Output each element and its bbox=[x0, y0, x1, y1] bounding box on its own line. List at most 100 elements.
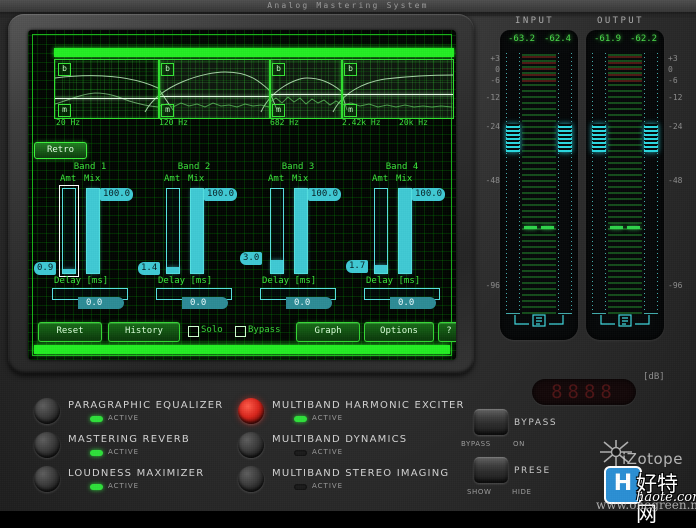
retro-button[interactable]: Retro bbox=[34, 142, 87, 159]
module-mastering-reverb[interactable]: MASTERING REVERB ACTIVE bbox=[34, 432, 234, 462]
module-loudness-maximizer[interactable]: LOUDNESS MAXIMIZER ACTIVE bbox=[34, 466, 234, 496]
meter-scale-right: +3 0 -6 -12 -24 -48 -96 bbox=[668, 30, 696, 340]
reset-button[interactable]: Reset bbox=[38, 322, 102, 342]
crossover-line-2[interactable] bbox=[269, 60, 271, 118]
spectrum-graph[interactable]: b b b b m m m m bbox=[54, 59, 454, 119]
band-4-column: Band 4 Amt Mix 1.7 100.0 Delay [ms] 0.0 bbox=[346, 162, 454, 312]
band-2-column: Band 2 Amt Mix 1.4 100.0 Delay [ms] 0.0 bbox=[138, 162, 246, 312]
band-2-amt-fill bbox=[167, 267, 179, 273]
module-knob-mastering-reverb[interactable] bbox=[34, 432, 60, 458]
band-3-delay-value: 0.0 bbox=[294, 298, 311, 308]
band-1-mix-slider[interactable] bbox=[86, 188, 100, 274]
input-left-level bbox=[506, 124, 520, 152]
band-4-bypass-toggle[interactable]: b bbox=[344, 63, 357, 76]
scale-r-tick-m24: -24 bbox=[668, 122, 683, 131]
module-label-paragraphic-equalizer: PARAGRAPHIC EQUALIZER bbox=[68, 400, 224, 411]
crossover-line-1[interactable] bbox=[158, 60, 160, 118]
scale-tick-p3: +3 bbox=[490, 54, 500, 63]
scale-r-tick-m48: -48 bbox=[668, 176, 683, 185]
band-3-bypass-toggle[interactable]: b bbox=[272, 63, 285, 76]
input-meter[interactable]: -63.2 -62.4 bbox=[500, 30, 578, 340]
module-active-text-4: ACTIVE bbox=[312, 414, 344, 422]
band-2-bypass-toggle[interactable]: b bbox=[161, 63, 174, 76]
band-1-mix-fill bbox=[87, 189, 99, 273]
crossover-line-3[interactable] bbox=[341, 60, 343, 118]
band-2-delay-label: Delay [ms] bbox=[158, 276, 213, 286]
window-title: Analog Mastering System bbox=[267, 1, 429, 10]
input-ladder bbox=[522, 52, 556, 314]
output-meter-label: OUTPUT bbox=[597, 16, 644, 26]
output-meter-link-icon[interactable] bbox=[597, 310, 653, 330]
module-multiband-dynamics[interactable]: MULTIBAND DYNAMICS ACTIVE bbox=[238, 432, 468, 462]
output-left-track bbox=[592, 52, 606, 314]
module-led-multiband-stereo-imaging bbox=[294, 484, 307, 490]
input-right-value: -62.4 bbox=[544, 34, 572, 44]
input-left-hold bbox=[524, 226, 537, 229]
module-paragraphic-equalizer[interactable]: PARAGRAPHIC EQUALIZER ACTIVE bbox=[34, 398, 234, 428]
band-1-amt-label: Amt bbox=[60, 174, 77, 184]
band-3-delay-label: Delay [ms] bbox=[262, 276, 317, 286]
band-4-delay-value: 0.0 bbox=[398, 298, 415, 308]
solo-checkbox[interactable] bbox=[188, 326, 199, 337]
band-4-amt-slider[interactable] bbox=[374, 188, 388, 274]
band-4-mix-slider[interactable] bbox=[398, 188, 412, 274]
module-knob-paragraphic-equalizer[interactable] bbox=[34, 398, 60, 424]
band-4-mix-label: Mix bbox=[396, 174, 413, 184]
module-led-multiband-dynamics bbox=[294, 450, 307, 456]
crossover-display[interactable]: b b b b m m m m 20 Hz 120 Hz 682 Hz 2.42… bbox=[54, 48, 454, 127]
plugin-window: Analog Mastering System b b b b m m m m … bbox=[0, 0, 696, 526]
bypass-switch-option-left[interactable]: BYPASS bbox=[461, 440, 491, 448]
band-2-delay-value: 0.0 bbox=[190, 298, 207, 308]
band-1-amt-fill bbox=[63, 268, 75, 273]
module-led-loudness-maximizer bbox=[90, 484, 103, 490]
band-3-mute-toggle[interactable]: m bbox=[272, 104, 285, 117]
band-4-amt-fill bbox=[375, 265, 387, 273]
bypass-label[interactable]: Bypass bbox=[248, 325, 281, 335]
band-4-delay-label: Delay [ms] bbox=[366, 276, 421, 286]
module-knob-multiband-stereo-imaging[interactable] bbox=[238, 466, 264, 492]
output-left-level bbox=[592, 124, 606, 152]
input-right-hold bbox=[541, 226, 554, 229]
band-2-mix-value: 100.0 bbox=[204, 188, 238, 201]
bypass-checkbox[interactable] bbox=[235, 326, 246, 337]
band-3-column: Band 3 Amt Mix 3.0 100.0 Delay [ms] 0.0 bbox=[240, 162, 350, 312]
bypass-switch-option-right[interactable]: ON bbox=[513, 440, 525, 448]
module-knob-multiband-harmonic-exciter[interactable] bbox=[238, 398, 264, 424]
help-button[interactable]: ? bbox=[438, 322, 456, 342]
band-1-delay-value: 0.0 bbox=[86, 298, 103, 308]
band-1-mute-toggle[interactable]: m bbox=[58, 104, 71, 117]
graph-button[interactable]: Graph bbox=[296, 322, 360, 342]
band-2-amt-value: 1.4 bbox=[138, 262, 161, 275]
solo-label[interactable]: Solo bbox=[201, 325, 223, 335]
band-1-bypass-toggle[interactable]: b bbox=[58, 63, 71, 76]
options-button[interactable]: Options bbox=[364, 322, 434, 342]
scale-r-tick-m12: -12 bbox=[668, 93, 683, 102]
bypass-switch[interactable] bbox=[474, 409, 508, 435]
scale-tick-m48: -48 bbox=[485, 176, 500, 185]
band-1-amt-value: 0.9 bbox=[34, 262, 57, 275]
preset-switch-option-left[interactable]: SHOW bbox=[467, 488, 492, 496]
module-label-multiband-dynamics: MULTIBAND DYNAMICS bbox=[272, 434, 408, 445]
freq-label-xo3: 2.42k Hz bbox=[342, 118, 381, 127]
history-button[interactable]: History bbox=[108, 322, 180, 342]
module-knob-loudness-maximizer[interactable] bbox=[34, 466, 60, 492]
band-4-mute-toggle[interactable]: m bbox=[344, 104, 357, 117]
input-meter-link-icon[interactable] bbox=[511, 310, 567, 330]
module-multiband-harmonic-exciter[interactable]: MULTIBAND HARMONIC EXCITER ACTIVE bbox=[238, 398, 468, 428]
lcd-screen: b b b b m m m m 20 Hz 120 Hz 682 Hz 2.42… bbox=[28, 30, 456, 360]
module-label-multiband-stereo-imaging: MULTIBAND STEREO IMAGING bbox=[272, 468, 450, 479]
band-3-amt-slider[interactable] bbox=[270, 188, 284, 274]
module-knob-multiband-dynamics[interactable] bbox=[238, 432, 264, 458]
band-2-mute-toggle[interactable]: m bbox=[161, 104, 174, 117]
module-active-text-1: ACTIVE bbox=[108, 414, 140, 422]
freq-label-min: 20 Hz bbox=[56, 118, 81, 127]
band-1-amt-slider[interactable] bbox=[62, 188, 76, 274]
preset-switch[interactable] bbox=[474, 457, 508, 483]
band-3-mix-slider[interactable] bbox=[294, 188, 308, 274]
band-2-amt-slider[interactable] bbox=[166, 188, 180, 274]
band-2-mix-slider[interactable] bbox=[190, 188, 204, 274]
preset-switch-option-right[interactable]: HIDE bbox=[512, 488, 532, 496]
zero-line-band-4 bbox=[341, 94, 453, 95]
module-multiband-stereo-imaging[interactable]: MULTIBAND STEREO IMAGING ACTIVE bbox=[238, 466, 468, 496]
output-meter[interactable]: -61.9 -62.2 bbox=[586, 30, 664, 340]
